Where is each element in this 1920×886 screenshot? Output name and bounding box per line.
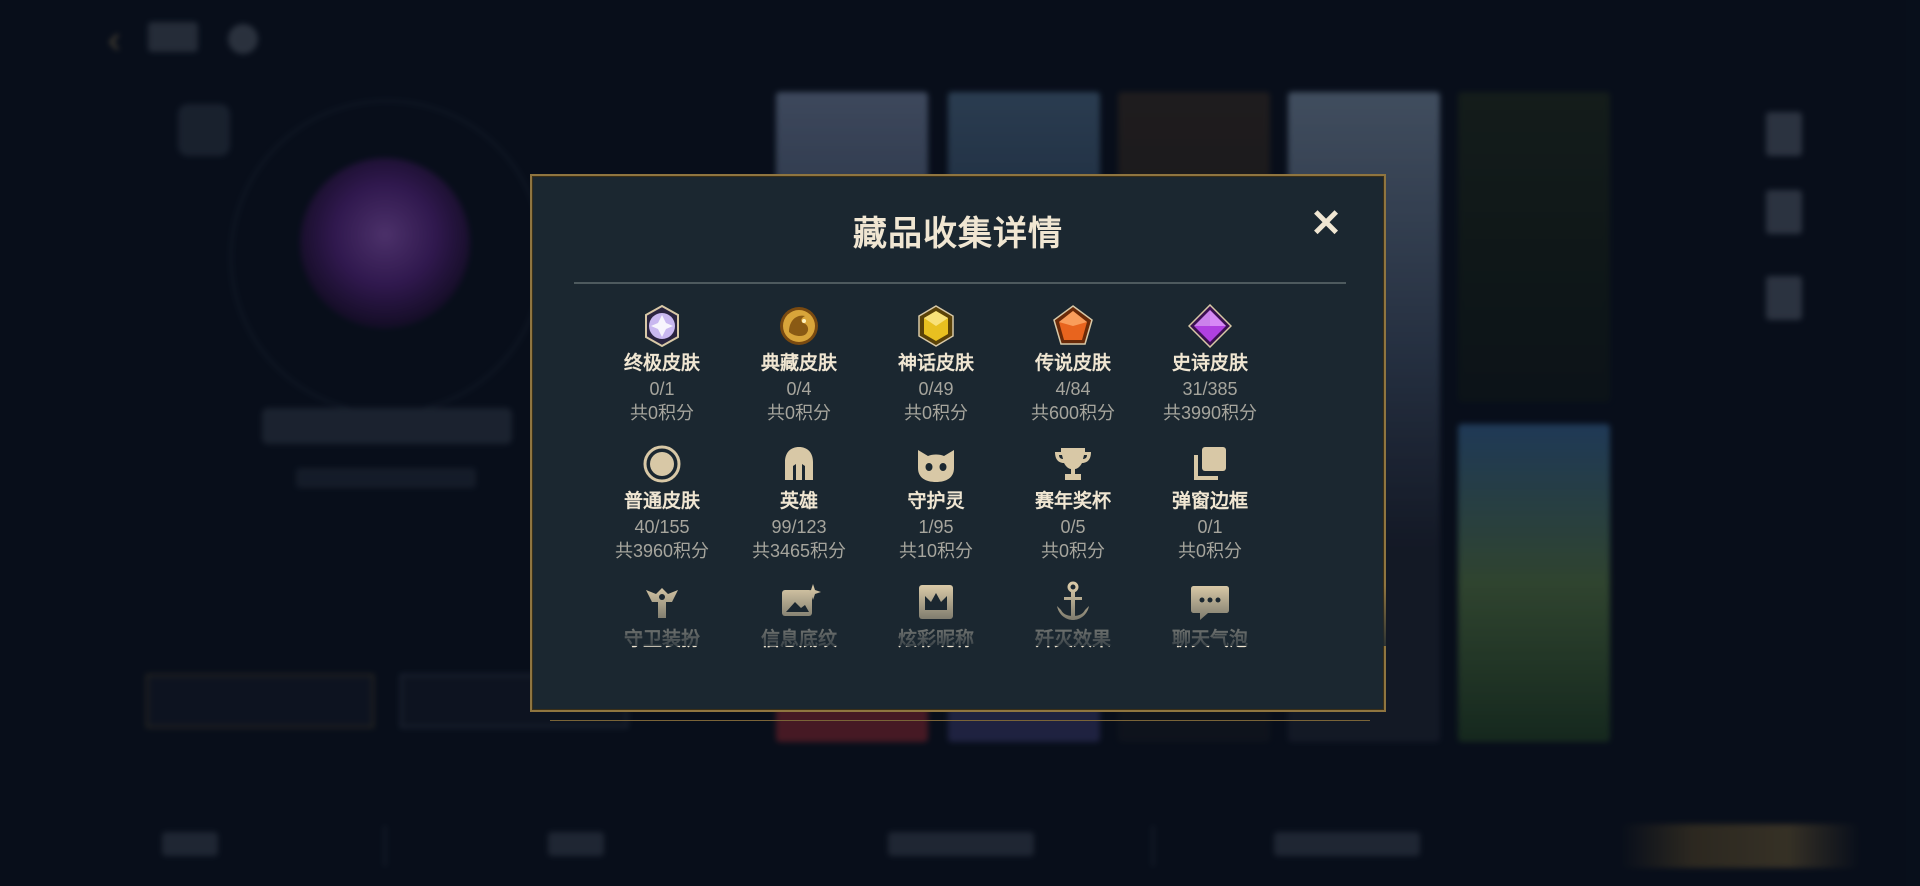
collection-item-points: 共3960积分 [614, 541, 710, 561]
collection-item-count: 0/5 [1060, 517, 1086, 537]
collection-item[interactable]: 传说皮肤 4/84 共600积分 [999, 304, 1147, 424]
collection-item-count: 40/155 [634, 517, 690, 537]
collection-item-points: 共600积分 [1030, 403, 1116, 423]
collection-item[interactable]: 英雄 99/123 共3465积分 [725, 442, 873, 562]
collection-item-label: 典藏皮肤 [760, 353, 837, 374]
collection-item-label: 传说皮肤 [1034, 353, 1111, 374]
epic-gem-icon [1188, 304, 1232, 348]
collection-item[interactable]: 弹窗边框 0/1 共0积分 [1136, 442, 1284, 562]
collection-item-count: 0/4 [786, 379, 812, 399]
collection-item-count: 0/1 [1197, 517, 1223, 537]
collection-item[interactable]: 普通皮肤 40/155 共3960积分 [588, 442, 736, 562]
collection-item-label: 神话皮肤 [897, 353, 974, 374]
collection-item[interactable]: 守护灵 1/95 共10积分 [862, 442, 1010, 562]
collection-item-label: 英雄 [779, 491, 818, 512]
collection-item-points: 共0积分 [766, 403, 831, 423]
collection-item-points: 共0积分 [903, 403, 968, 423]
pet-face-icon [918, 450, 954, 482]
mythic-gem-icon [918, 305, 954, 347]
legendary-gem-icon [1053, 305, 1093, 345]
ultimate-gem-icon [645, 304, 679, 348]
collection-item-label: 赛年奖杯 [1034, 491, 1111, 512]
dragon-emblem-icon [780, 307, 818, 345]
trophy-icon [1055, 448, 1091, 480]
title-divider [574, 282, 1346, 284]
collection-item-label: 守护灵 [907, 491, 965, 512]
collection-item-points: 共0积分 [629, 403, 694, 423]
circle-icon [643, 445, 681, 483]
collection-item-points: 共3465积分 [751, 541, 847, 561]
collection-item-label: 普通皮肤 [623, 491, 700, 512]
close-icon[interactable]: ✕ [1308, 205, 1344, 243]
collection-item-label: 史诗皮肤 [1171, 353, 1248, 374]
collection-item-points: 共10积分 [898, 541, 974, 561]
collection-item-count: 0/1 [649, 379, 675, 399]
scroll-fade-overlay [534, 586, 1386, 646]
collection-item[interactable]: 史诗皮肤 31/385 共3990积分 [1136, 304, 1284, 424]
helmet-icon [785, 447, 813, 480]
collection-item-count: 1/95 [918, 517, 954, 537]
collection-item[interactable]: 典藏皮肤 0/4 共0积分 [725, 304, 873, 424]
collection-item-count: 31/385 [1182, 379, 1238, 399]
collection-item-points: 共0积分 [1177, 541, 1242, 561]
collection-item[interactable]: 神话皮肤 0/49 共0积分 [862, 304, 1010, 424]
collection-item-count: 0/49 [918, 379, 954, 399]
collection-details-modal: 藏品收集详情 ✕ 终极皮肤 0/1 共0积分 典藏皮肤 0/4 共0积分 神话皮… [530, 174, 1386, 712]
collection-item[interactable]: 赛年奖杯 0/5 共0积分 [999, 442, 1147, 562]
collection-item-points: 共3990积分 [1162, 403, 1258, 423]
collection-item[interactable]: 终极皮肤 0/1 共0积分 [588, 304, 736, 424]
collection-item-count: 4/84 [1055, 379, 1091, 399]
frame-stack-icon [1194, 447, 1226, 480]
collection-item-points: 共0积分 [1040, 541, 1105, 561]
collection-item-label: 弹窗边框 [1171, 491, 1248, 512]
modal-title: 藏品收集详情 [853, 215, 1063, 253]
collection-item-label: 终极皮肤 [623, 353, 700, 374]
collection-item-count: 99/123 [771, 517, 827, 537]
